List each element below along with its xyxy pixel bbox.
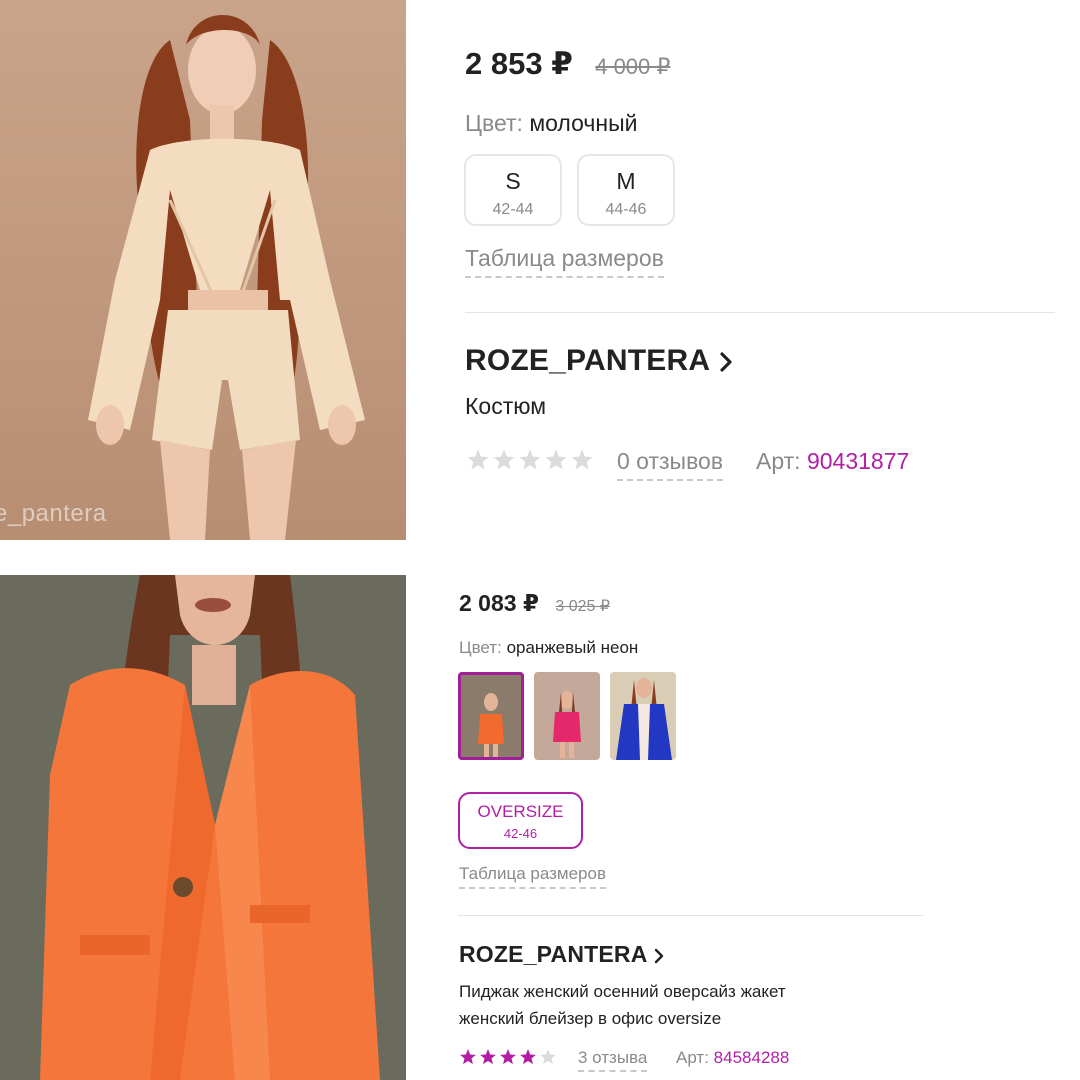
size-label: OVERSIZE: [477, 802, 564, 821]
product-photo[interactable]: e_pantera: [0, 0, 406, 540]
rating-stars: [466, 448, 596, 472]
article-info: Арт: 90431877: [756, 448, 909, 475]
color-value: молочный: [529, 110, 638, 136]
product-photo-illustration: [0, 575, 406, 1080]
rating-stars: [459, 1048, 559, 1066]
color-swatch-pink[interactable]: [534, 672, 600, 760]
thumb-image: [610, 672, 676, 760]
article-number: 90431877: [806, 448, 910, 474]
article-label: Арт:: [676, 1048, 709, 1067]
star-filled-icon: [460, 1049, 476, 1065]
color-info: Цвет: молочный: [465, 110, 637, 137]
article-info: Арт: 84584288: [676, 1048, 789, 1068]
product-photo[interactable]: [0, 575, 406, 1080]
brand-link[interactable]: ROZE_PANTERA: [459, 941, 665, 968]
thumb-image: [534, 672, 600, 760]
color-label: Цвет:: [459, 638, 502, 657]
reviews-link[interactable]: 0 отзывов: [617, 448, 724, 481]
product-title-line: Пиджак женский осенний оверсайз жакет: [459, 982, 786, 1001]
price-row: 2 853 ₽ 4 000 ₽: [465, 44, 670, 84]
color-swatch-orange[interactable]: [458, 672, 524, 760]
reviews-link[interactable]: 3 отзыва: [578, 1048, 648, 1072]
article-label: Арт:: [756, 448, 801, 474]
current-price: 2 083 ₽: [459, 590, 539, 616]
size-range: 42-44: [492, 201, 534, 218]
product-title: Костюм: [465, 393, 547, 419]
chevron-right-icon: [655, 948, 664, 964]
product-title: Пиджак женский осенний оверсайз жакет же…: [459, 978, 786, 1032]
divider: [458, 915, 924, 916]
star-filled-icon: [480, 1049, 496, 1065]
current-price: 2 853 ₽: [465, 46, 573, 81]
star-empty-icon: [540, 1049, 556, 1065]
star-empty-icon: [493, 449, 515, 470]
chevron-right-icon: [720, 352, 732, 372]
brand-name: ROZE_PANTERA: [465, 344, 710, 377]
product-title-line: женский блейзер в офис oversize: [459, 1009, 722, 1028]
size-option-oversize[interactable]: OVERSIZE 42-46: [458, 792, 583, 849]
brand-name: ROZE_PANTERA: [459, 941, 647, 967]
color-swatch-blue[interactable]: [610, 672, 676, 760]
size-label: M: [616, 168, 636, 194]
star-empty-icon: [571, 449, 593, 470]
color-label: Цвет:: [465, 110, 523, 136]
color-info: Цвет: оранжевый неон: [459, 638, 638, 658]
star-empty-icon: [545, 449, 567, 470]
old-price: 4 000 ₽: [595, 54, 671, 79]
size-label: S: [505, 168, 521, 194]
size-option-m[interactable]: M 44-46: [577, 154, 675, 226]
size-option-s[interactable]: S 42-44: [464, 154, 562, 226]
size-range: 44-46: [605, 201, 647, 218]
size-table-link[interactable]: Таблица размеров: [459, 864, 606, 889]
article-number: 84584288: [713, 1048, 790, 1067]
color-value: оранжевый неон: [506, 638, 639, 657]
product-photo-illustration: [0, 0, 406, 540]
thumb-image: [458, 672, 524, 760]
watermark-text: e_pantera: [0, 500, 107, 527]
star-empty-icon: [519, 449, 541, 470]
old-price: 3 025 ₽: [555, 598, 611, 615]
size-table-link[interactable]: Таблица размеров: [465, 245, 664, 278]
star-filled-icon: [500, 1049, 516, 1065]
price-row: 2 083 ₽ 3 025 ₽: [459, 588, 610, 618]
size-range: 42-46: [503, 826, 538, 841]
star-empty-icon: [467, 449, 489, 470]
brand-link[interactable]: ROZE_PANTERA: [465, 344, 734, 378]
star-filled-icon: [520, 1049, 536, 1065]
divider: [465, 312, 1055, 313]
